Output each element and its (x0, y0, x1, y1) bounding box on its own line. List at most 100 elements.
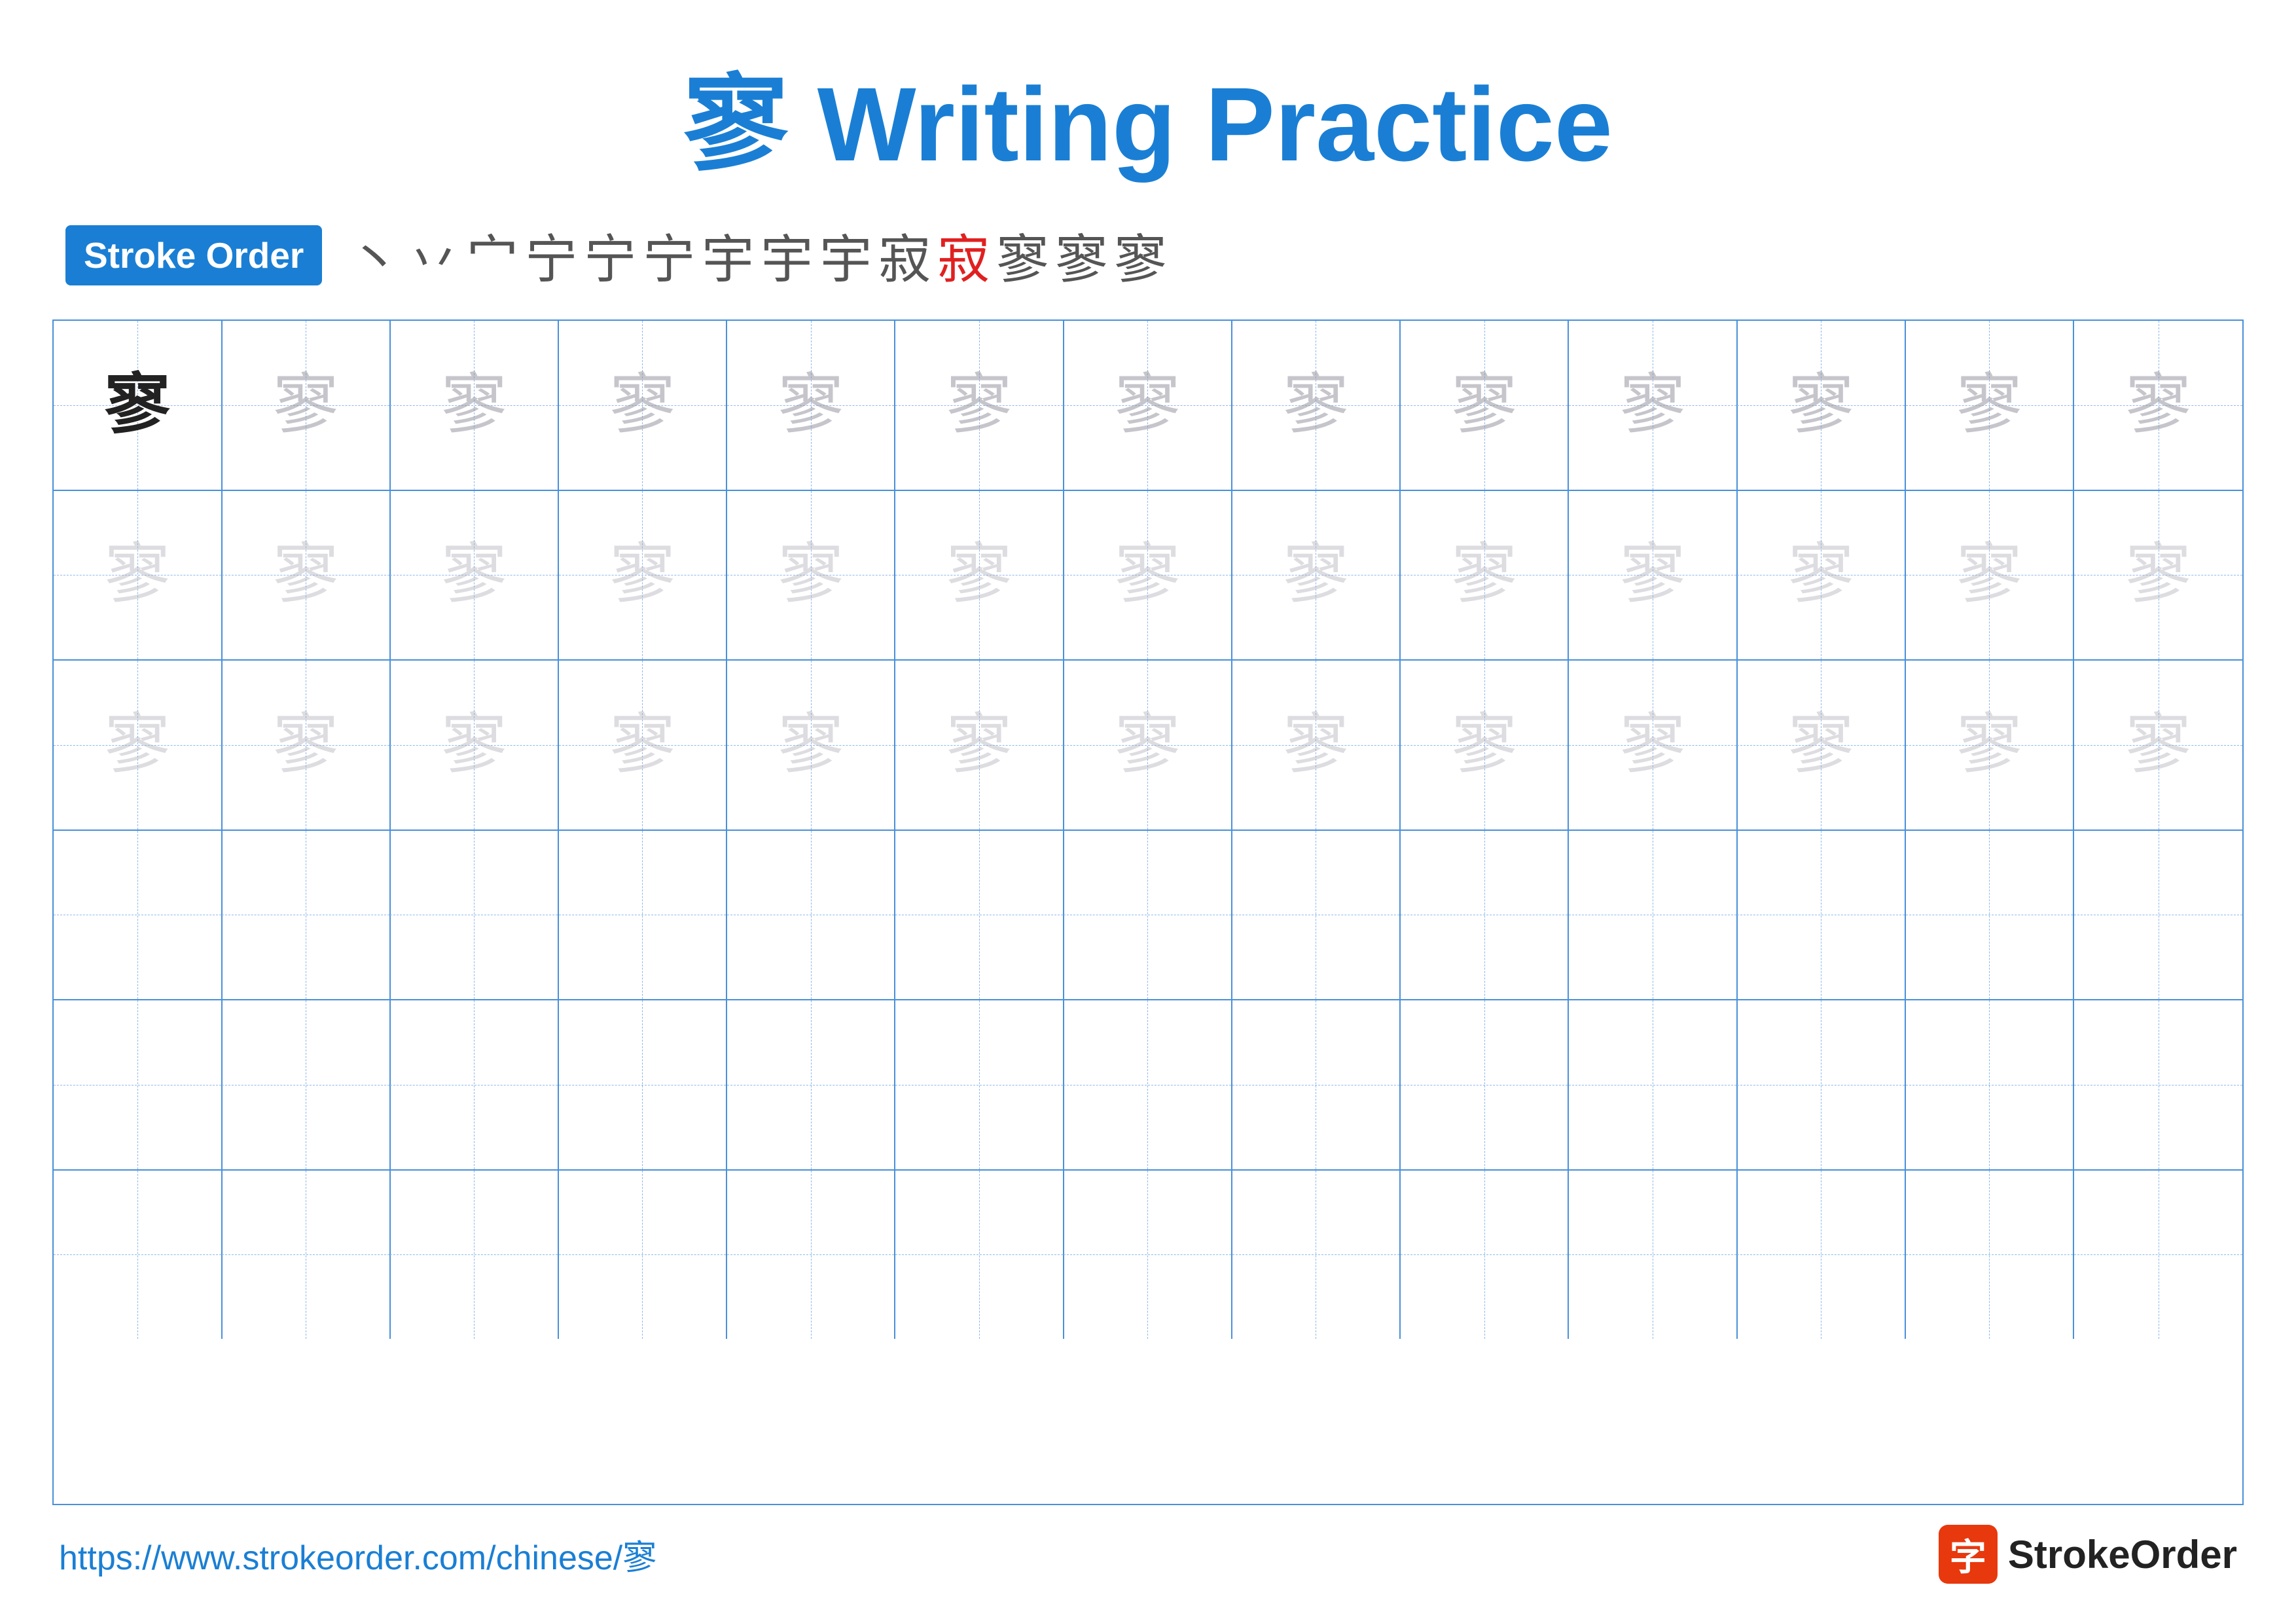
grid-cell[interactable]: 寥 (895, 321, 1064, 490)
grid-cell[interactable]: 寥 (1569, 321, 1738, 490)
grid-cell[interactable] (390, 1171, 559, 1340)
grid-cell[interactable]: 寥 (727, 491, 896, 660)
stroke-7: 宇 (702, 217, 754, 293)
grid-cell[interactable]: 寥 (559, 321, 728, 490)
grid-cell[interactable]: 寥 (895, 491, 1064, 660)
grid-cell[interactable]: 寥 (559, 491, 728, 660)
grid-cell[interactable]: 寥 (390, 321, 559, 490)
grid-cell[interactable]: 寥 (1737, 491, 1906, 660)
grid-cell[interactable] (1569, 831, 1738, 1000)
cell-char: 寥 (609, 542, 675, 608)
cell-char: 寥 (778, 373, 844, 438)
grid-cell[interactable] (1064, 1171, 1232, 1340)
grid-cell[interactable]: 寥 (559, 661, 728, 830)
grid-cell[interactable]: 寥 (390, 491, 559, 660)
stroke-11: 寂 (937, 217, 990, 293)
grid-cell[interactable]: 寥 (2074, 661, 2243, 830)
grid-cell[interactable]: 寥 (1064, 321, 1232, 490)
grid-cell[interactable]: 寥 (54, 661, 223, 830)
grid-cell[interactable] (1906, 1171, 2075, 1340)
cell-char: 寥 (1620, 542, 1685, 608)
stroke-5: 宁 (584, 217, 636, 293)
practice-grid: 寥 寥 寥 寥 寥 寥 寥 寥 寥 寥 寥 寥 寥 寥 寥 寥 寥 寥 寥 寥 … (52, 319, 2244, 1505)
stroke-6: 宁 (643, 217, 695, 293)
grid-cell[interactable]: 寥 (1401, 321, 1570, 490)
page: 寥 Writing Practice Stroke Order 丶 丷 宀 宁 … (0, 0, 2296, 1623)
grid-cell[interactable] (559, 1000, 728, 1169)
grid-cell[interactable]: 寥 (1906, 491, 2075, 660)
grid-cell[interactable] (222, 831, 391, 1000)
grid-cell[interactable] (1401, 1171, 1570, 1340)
grid-cell[interactable]: 寥 (1737, 661, 1906, 830)
grid-cell[interactable] (727, 1171, 896, 1340)
stroke-2: 丷 (407, 217, 459, 293)
grid-cell[interactable] (54, 1000, 223, 1169)
cell-char: 寥 (2126, 373, 2191, 438)
grid-cell[interactable] (895, 1171, 1064, 1340)
grid-cell[interactable] (390, 1000, 559, 1169)
grid-cell[interactable] (1569, 1171, 1738, 1340)
grid-cell[interactable] (1737, 1171, 1906, 1340)
grid-cell[interactable]: 寥 (1906, 661, 2075, 830)
grid-cell[interactable] (222, 1000, 391, 1169)
grid-cell[interactable]: 寥 (1906, 321, 2075, 490)
grid-cell[interactable]: 寥 (222, 321, 391, 490)
grid-cell[interactable]: 寥 (1232, 661, 1401, 830)
grid-cell[interactable] (895, 1000, 1064, 1169)
grid-cell[interactable] (2074, 1171, 2243, 1340)
stroke-12: 寥 (996, 217, 1049, 293)
grid-cell[interactable] (559, 1171, 728, 1340)
grid-cell[interactable] (727, 1000, 896, 1169)
grid-cell[interactable]: 寥 (1569, 661, 1738, 830)
grid-cell[interactable]: 寥 (1064, 491, 1232, 660)
grid-cell[interactable]: 寥 (222, 491, 391, 660)
grid-cell[interactable]: 寥 (1064, 661, 1232, 830)
grid-cell[interactable] (1906, 1000, 2075, 1169)
grid-cell[interactable] (1232, 1171, 1401, 1340)
grid-cell[interactable]: 寥 (727, 321, 896, 490)
grid-cell[interactable] (727, 831, 896, 1000)
grid-cell[interactable]: 寥 (1737, 321, 1906, 490)
grid-cell[interactable] (2074, 1000, 2243, 1169)
cell-char: 寥 (441, 712, 507, 778)
grid-cell[interactable]: 寥 (727, 661, 896, 830)
brand-icon-char: 字 (1950, 1528, 1986, 1581)
grid-cell[interactable] (1569, 1000, 1738, 1169)
grid-cell[interactable] (1401, 1000, 1570, 1169)
stroke-order-row: Stroke Order 丶 丷 宀 宁 宁 宁 宇 宇 宇 寂 寂 寥 寥 寥 (52, 217, 2244, 293)
grid-cell[interactable] (1906, 831, 2075, 1000)
grid-cell[interactable] (1737, 1000, 1906, 1169)
cell-char: 寥 (609, 712, 675, 778)
grid-cell[interactable]: 寥 (895, 661, 1064, 830)
grid-cell[interactable] (54, 1171, 223, 1340)
grid-cell[interactable] (2074, 831, 2243, 1000)
cell-char: 寥 (273, 712, 338, 778)
grid-cell[interactable]: 寥 (390, 661, 559, 830)
grid-row-1: 寥 寥 寥 寥 寥 寥 寥 寥 寥 寥 寥 寥 寥 (54, 321, 2242, 491)
grid-cell[interactable]: 寥 (1232, 321, 1401, 490)
grid-cell[interactable]: 寥 (1232, 491, 1401, 660)
grid-cell[interactable]: 寥 (2074, 321, 2243, 490)
page-title: 寥 Writing Practice (683, 39, 1613, 191)
grid-cell[interactable]: 寥 (1401, 491, 1570, 660)
grid-cell[interactable] (559, 831, 728, 1000)
footer-url[interactable]: https://www.strokeorder.com/chinese/寥 (59, 1530, 656, 1579)
grid-cell[interactable] (1737, 831, 1906, 1000)
brand-icon: 字 (1939, 1525, 1998, 1584)
grid-cell[interactable]: 寥 (2074, 491, 2243, 660)
grid-cell[interactable] (222, 1171, 391, 1340)
grid-cell[interactable] (1232, 831, 1401, 1000)
grid-cell[interactable] (1064, 831, 1232, 1000)
grid-cell[interactable] (54, 831, 223, 1000)
grid-cell[interactable]: 寥 (1569, 491, 1738, 660)
grid-cell[interactable] (1401, 831, 1570, 1000)
grid-cell[interactable]: 寥 (222, 661, 391, 830)
grid-cell[interactable]: 寥 (1401, 661, 1570, 830)
cell-char: 寥 (1115, 373, 1180, 438)
grid-cell[interactable] (1232, 1000, 1401, 1169)
grid-cell[interactable]: 寥 (54, 491, 223, 660)
grid-cell[interactable] (895, 831, 1064, 1000)
grid-cell[interactable] (1064, 1000, 1232, 1169)
grid-cell[interactable] (390, 831, 559, 1000)
grid-cell[interactable]: 寥 (54, 321, 223, 490)
